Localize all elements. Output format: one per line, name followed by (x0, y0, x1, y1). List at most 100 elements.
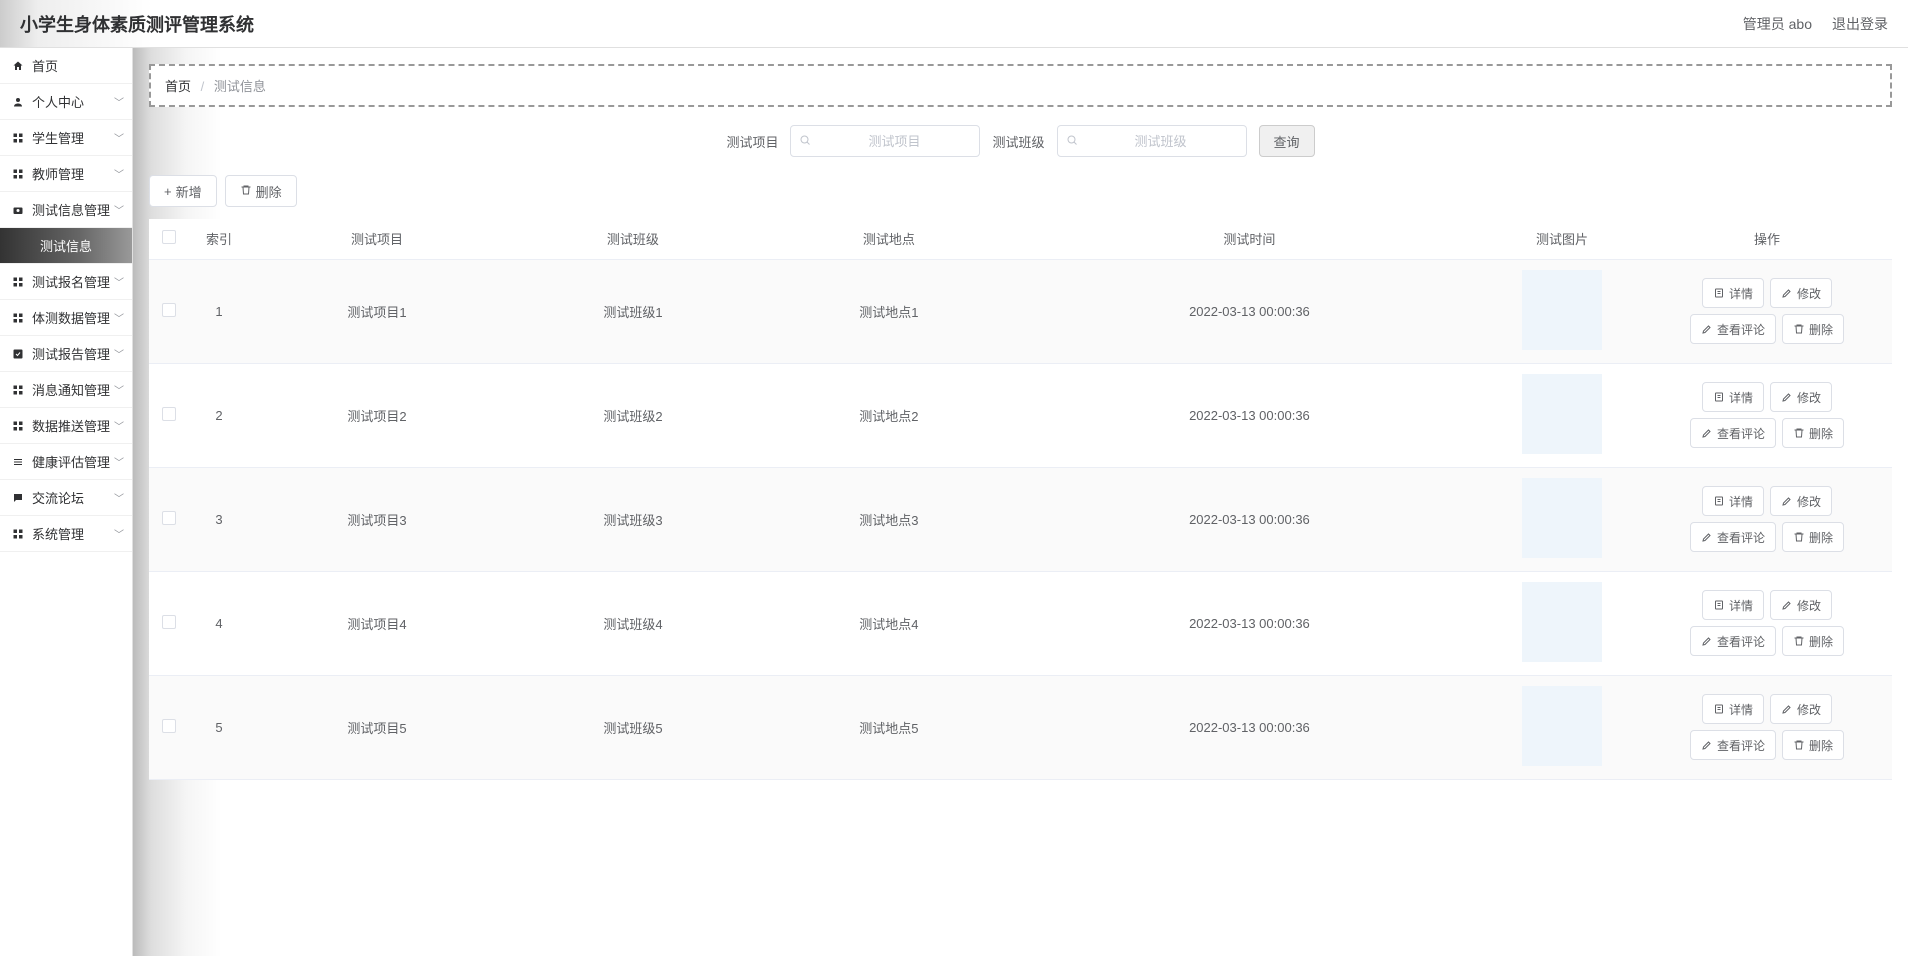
delete-button[interactable]: 删除 (1782, 730, 1844, 760)
delete-button[interactable]: 删除 (1782, 418, 1844, 448)
row-checkbox[interactable] (162, 719, 176, 733)
delete-button[interactable]: 删除 (1782, 626, 1844, 656)
action-bar: + 新增 删除 (149, 175, 1892, 207)
chevron-down-icon: ﹀ (114, 418, 124, 433)
cell-location: 测试地点5 (761, 675, 1017, 779)
edit-button[interactable]: 修改 (1770, 694, 1832, 724)
chevron-down-icon: ﹀ (114, 382, 124, 397)
sidebar-item-label: 学生管理 (32, 128, 84, 147)
cell-project: 测试项目3 (249, 467, 505, 571)
grid-icon (10, 166, 26, 182)
filter-class-label: 测试班级 (992, 132, 1044, 151)
cell-time: 2022-03-13 00:00:36 (1017, 675, 1482, 779)
cell-index: 2 (189, 363, 249, 467)
grid-icon (10, 274, 26, 290)
grid-icon (10, 130, 26, 146)
cell-location: 测试地点3 (761, 467, 1017, 571)
check-icon (10, 346, 26, 362)
sidebar-item-label: 测试信息 (40, 236, 92, 255)
filter-class-input-wrap (1057, 125, 1247, 157)
sidebar-item-12[interactable]: 交流论坛﹀ (0, 480, 132, 516)
query-button[interactable]: 查询 (1259, 125, 1315, 157)
camera-icon (10, 202, 26, 218)
row-checkbox[interactable] (162, 303, 176, 317)
cell-time: 2022-03-13 00:00:36 (1017, 467, 1482, 571)
row-checkbox[interactable] (162, 615, 176, 629)
comments-button[interactable]: 查看评论 (1690, 730, 1776, 760)
sidebar-item-3[interactable]: 教师管理﹀ (0, 156, 132, 192)
edit-button[interactable]: 修改 (1770, 278, 1832, 308)
add-button[interactable]: + 新增 (149, 175, 217, 207)
select-all-checkbox[interactable] (162, 230, 176, 244)
sidebar-item-6[interactable]: 测试报名管理﹀ (0, 264, 132, 300)
chat-icon (10, 490, 26, 506)
edit-button[interactable]: 修改 (1770, 486, 1832, 516)
sidebar-item-1[interactable]: 个人中心﹀ (0, 84, 132, 120)
cell-image (1482, 467, 1642, 571)
cell-index: 1 (189, 259, 249, 363)
comments-button[interactable]: 查看评论 (1690, 626, 1776, 656)
row-ops: 详情修改查看评论删除 (1657, 590, 1877, 656)
cell-class: 测试班级1 (505, 259, 761, 363)
thumbnail-image[interactable] (1522, 478, 1602, 558)
col-time: 测试时间 (1017, 219, 1482, 259)
sidebar-item-4[interactable]: 测试信息管理﹀ (0, 192, 132, 228)
filter-project-input[interactable] (819, 134, 969, 149)
search-icon (1066, 134, 1078, 149)
sidebar-item-13[interactable]: 系统管理﹀ (0, 516, 132, 552)
detail-button[interactable]: 详情 (1702, 590, 1764, 620)
table-row: 4测试项目4测试班级4测试地点42022-03-13 00:00:36详情修改查… (149, 571, 1892, 675)
sidebar-item-label: 健康评估管理 (32, 452, 110, 471)
thumbnail-image[interactable] (1522, 374, 1602, 454)
sidebar-item-label: 测试报告管理 (32, 344, 110, 363)
delete-button[interactable]: 删除 (1782, 522, 1844, 552)
sidebar-item-0[interactable]: 首页 (0, 48, 132, 84)
detail-button[interactable]: 详情 (1702, 278, 1764, 308)
cell-time: 2022-03-13 00:00:36 (1017, 571, 1482, 675)
search-icon (799, 134, 811, 149)
sidebar-item-5[interactable]: 测试信息 (0, 228, 132, 264)
sidebar-item-8[interactable]: 测试报告管理﹀ (0, 336, 132, 372)
user-label[interactable]: 管理员 abo (1743, 14, 1812, 34)
sidebar-item-10[interactable]: 数据推送管理﹀ (0, 408, 132, 444)
breadcrumb-current: 测试信息 (214, 79, 266, 94)
thumbnail-image[interactable] (1522, 686, 1602, 766)
row-checkbox[interactable] (162, 511, 176, 525)
cell-project: 测试项目2 (249, 363, 505, 467)
main-content: 首页 / 测试信息 测试项目 测试班级 查询 (133, 48, 1908, 956)
table-row: 2测试项目2测试班级2测试地点22022-03-13 00:00:36详情修改查… (149, 363, 1892, 467)
edit-button[interactable]: 修改 (1770, 382, 1832, 412)
sidebar-item-7[interactable]: 体测数据管理﹀ (0, 300, 132, 336)
cell-image (1482, 259, 1642, 363)
sidebar-item-9[interactable]: 消息通知管理 ﹀ (0, 372, 132, 408)
col-location: 测试地点 (761, 219, 1017, 259)
detail-button[interactable]: 详情 (1702, 486, 1764, 516)
table-row: 1测试项目1测试班级1测试地点12022-03-13 00:00:36详情修改查… (149, 259, 1892, 363)
sidebar-item-label: 个人中心 (32, 92, 84, 111)
table-row: 3测试项目3测试班级3测试地点32022-03-13 00:00:36详情修改查… (149, 467, 1892, 571)
sidebar-item-label: 交流论坛 (32, 488, 84, 507)
cell-time: 2022-03-13 00:00:36 (1017, 363, 1482, 467)
row-checkbox[interactable] (162, 407, 176, 421)
sidebar-item-11[interactable]: 健康评估管理﹀ (0, 444, 132, 480)
sidebar-item-2[interactable]: 学生管理﹀ (0, 120, 132, 156)
edit-button[interactable]: 修改 (1770, 590, 1832, 620)
delete-button[interactable]: 删除 (1782, 314, 1844, 344)
col-image: 测试图片 (1482, 219, 1642, 259)
bulk-delete-button[interactable]: 删除 (225, 175, 297, 207)
cell-class: 测试班级3 (505, 467, 761, 571)
comments-button[interactable]: 查看评论 (1690, 418, 1776, 448)
thumbnail-image[interactable] (1522, 582, 1602, 662)
cell-image (1482, 571, 1642, 675)
sidebar-item-label: 体测数据管理 (32, 308, 110, 327)
thumbnail-image[interactable] (1522, 270, 1602, 350)
breadcrumb-home[interactable]: 首页 (165, 79, 191, 94)
detail-button[interactable]: 详情 (1702, 382, 1764, 412)
comments-button[interactable]: 查看评论 (1690, 314, 1776, 344)
list-icon (10, 454, 26, 470)
filter-class-input[interactable] (1086, 134, 1236, 149)
sidebar-item-label: 消息通知管理 (32, 380, 110, 399)
logout-link[interactable]: 退出登录 (1832, 14, 1888, 34)
comments-button[interactable]: 查看评论 (1690, 522, 1776, 552)
detail-button[interactable]: 详情 (1702, 694, 1764, 724)
